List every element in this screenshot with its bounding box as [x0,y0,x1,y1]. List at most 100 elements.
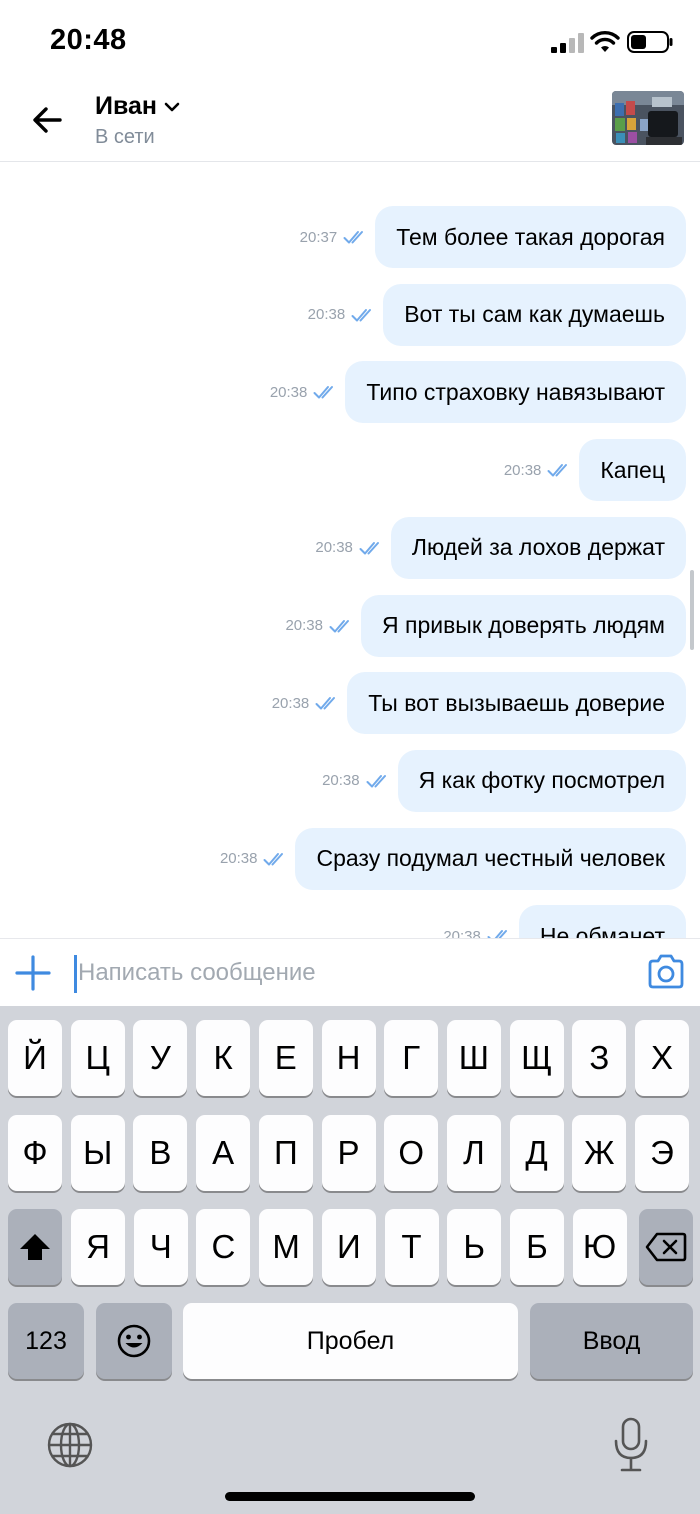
key-letter[interactable]: Ц [70,1020,125,1096]
home-indicator [225,1492,475,1501]
key-letter[interactable]: Г [384,1020,439,1096]
return-key[interactable]: Ввод [530,1303,693,1379]
key-letter[interactable]: Т [384,1209,439,1285]
message-time: 20:38 [219,850,258,868]
read-check-icon [263,852,284,866]
message-time: 20:38 [443,927,481,938]
message-meta: 20:38 [504,462,574,479]
key-letter[interactable]: Р [321,1115,376,1191]
message-time: 20:38 [307,306,346,324]
message-row: 20:38 Вот ты сам как думаешь [307,283,686,346]
avatar[interactable] [612,91,684,145]
key-letter[interactable]: О [384,1115,439,1191]
space-key[interactable]: Пробел [183,1303,518,1379]
key-letter[interactable]: П [258,1115,313,1191]
message-composer [0,938,700,1006]
back-arrow-icon[interactable] [28,100,68,140]
message-meta: 20:38 [220,850,290,867]
key-letter[interactable]: Е [258,1020,313,1096]
key-letter[interactable]: Д [509,1115,564,1191]
key-letter[interactable]: Ь [447,1209,502,1285]
globe-icon[interactable] [46,1421,94,1469]
key-letter[interactable]: Ч [133,1209,188,1285]
key-letter[interactable]: Н [321,1020,376,1096]
signal-icon [551,33,584,53]
message-time: 20:37 [299,228,338,246]
key-letter[interactable]: У [133,1020,188,1096]
backspace-icon [645,1232,687,1262]
read-check-icon [547,464,568,477]
message-time: 20:38 [503,461,542,479]
message-bubble[interactable]: Типо страховку навязывают [345,361,686,424]
battery-icon [627,31,673,53]
shift-key[interactable] [8,1209,62,1285]
wifi-icon [590,31,620,52]
chevron-down-icon[interactable] [163,98,181,116]
plus-icon[interactable] [14,954,52,992]
message-row: 20:38 Капец [504,439,686,502]
microphone-icon[interactable] [612,1416,650,1474]
message-row: 20:38 Типо страховку навязывают [270,361,686,424]
key-letter[interactable]: Ы [70,1115,125,1191]
message-meta: 20:38 [285,617,355,634]
read-check-icon [351,308,372,322]
shift-icon [20,1234,50,1260]
emoji-icon [117,1324,151,1358]
message-bubble[interactable]: Вот ты сам как думаешь [383,283,686,346]
key-letter[interactable]: Э [635,1115,689,1191]
read-check-icon [313,386,334,399]
message-row: 20:37 Тем более такая дорогая [300,206,686,268]
camera-icon[interactable] [646,953,686,991]
numbers-key[interactable]: 123 [8,1303,84,1379]
message-time: 20:38 [271,694,310,712]
message-row: 20:38 Людей за лохов держат [315,516,686,579]
message-meta: 20:38 [443,928,513,938]
message-time: 20:38 [269,383,308,401]
message-bubble[interactable]: Капец [579,439,686,502]
key-letter[interactable]: Й [8,1020,62,1096]
key-letter[interactable]: Ш [446,1020,501,1096]
key-letter[interactable]: Я [71,1209,125,1285]
message-row: 20:38 Я как фотку посмотрел [322,749,686,812]
message-input[interactable] [78,951,638,995]
emoji-key[interactable] [96,1303,172,1379]
message-meta: 20:37 [300,229,370,246]
message-bubble[interactable]: Тем более такая дорогая [375,206,686,268]
backspace-key[interactable] [639,1209,693,1285]
key-letter[interactable]: Щ [509,1020,564,1096]
key-letter[interactable]: Х [635,1020,689,1096]
message-bubble[interactable]: Я как фотку посмотрел [397,749,686,812]
key-letter[interactable]: Ф [8,1115,62,1191]
message-bubble[interactable]: Не обманет [518,905,686,938]
key-letter[interactable]: И [321,1209,376,1285]
read-check-icon [487,930,507,938]
message-meta: 20:38 [315,539,385,556]
message-time: 20:38 [315,539,353,557]
message-bubble[interactable]: Ты вот вызываешь доверие [347,672,686,735]
status-bar: 20:48 [0,0,700,84]
message-list[interactable]: 20:37 Тем более такая дорогая 20:38 Вот ты … [0,162,700,938]
key-letter[interactable]: С [196,1209,251,1285]
message-meta: 20:38 [272,695,342,712]
key-letter[interactable]: Л [446,1115,501,1191]
message-time: 20:38 [285,617,323,634]
key-letter[interactable]: Ю [572,1209,627,1285]
key-letter[interactable]: Ж [572,1115,627,1191]
message-bubble[interactable]: Сразу подумал честный человек [295,827,686,890]
message-meta: 20:38 [322,772,392,789]
key-letter[interactable]: В [133,1115,188,1191]
key-letter[interactable]: Б [509,1209,564,1285]
text-caret [74,955,77,993]
contact-name[interactable]: Иван [95,92,157,121]
read-check-icon [359,541,379,555]
key-letter[interactable]: З [572,1020,627,1096]
key-letter[interactable]: А [196,1115,251,1191]
keyboard: 123 Пробел Ввод ЙЦУКЕНГШЩЗХ ФЫВАПРОЛДЖЭ ЯЧ… [0,1006,700,1514]
message-meta: 20:38 [270,384,340,401]
scrollbar[interactable] [690,570,694,650]
message-row: 20:38 Я привык доверять людям [285,594,686,657]
key-letter[interactable]: К [196,1020,251,1096]
message-bubble[interactable]: Я привык доверять людям [360,594,686,657]
key-letter[interactable]: М [259,1209,314,1285]
message-bubble[interactable]: Людей за лохов держат [390,516,686,579]
